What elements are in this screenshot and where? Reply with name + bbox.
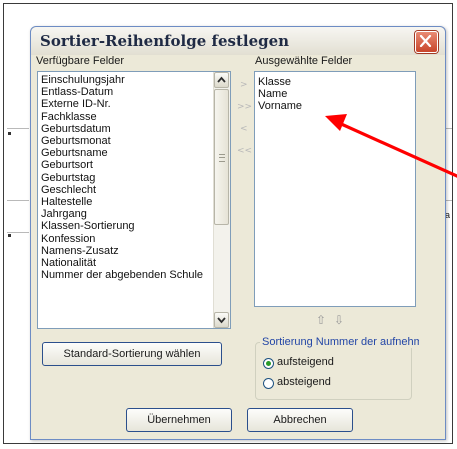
available-field-item[interactable]: Einschulungsjahr [38, 74, 213, 86]
available-field-item[interactable]: Konfession [38, 233, 213, 245]
descending-radio[interactable] [263, 378, 274, 389]
available-fields-label: Verfügbare Felder [36, 55, 125, 67]
scroll-grip [219, 154, 225, 162]
chevron-up-icon [217, 76, 226, 83]
move-down-button[interactable]: ⇩ [334, 313, 344, 327]
selected-field-item[interactable]: Klasse [255, 76, 415, 88]
chevron-down-icon [217, 317, 226, 324]
title-bar: Sortier-Reihenfolge festlegen [31, 27, 445, 55]
available-field-item[interactable]: Jahrgang [38, 208, 213, 220]
apply-button[interactable]: Übernehmen [126, 408, 232, 432]
scroll-up-button[interactable] [214, 72, 229, 88]
available-field-item[interactable]: Nationalität [38, 257, 213, 269]
available-field-item[interactable]: Geschlecht [38, 184, 213, 196]
selected-field-item[interactable]: Name [255, 88, 415, 100]
background-divider [7, 200, 29, 201]
move-up-button[interactable]: ⇧ [316, 313, 326, 327]
available-field-item[interactable]: Externe ID-Nr. [38, 98, 213, 110]
ascending-radio[interactable] [263, 358, 274, 369]
screenshot-frame: a Sortier-Reihenfolge festlegen Verfügba… [3, 3, 457, 444]
available-field-item[interactable]: Klassen-Sortierung [38, 220, 213, 232]
close-icon [419, 35, 432, 47]
available-field-item[interactable]: Entlass-Datum [38, 86, 213, 98]
available-fields-list[interactable]: Einschulungsjahr Entlass-Datum Externe ID-… [37, 71, 231, 329]
available-field-item[interactable]: Geburtsdatum [38, 123, 213, 135]
descending-label[interactable]: absteigend [277, 376, 331, 388]
cancel-button[interactable]: Abbrechen [247, 408, 353, 432]
scroll-down-button[interactable] [214, 312, 229, 328]
available-field-item[interactable]: Geburtstag [38, 172, 213, 184]
background-divider [7, 128, 29, 129]
available-field-item[interactable]: Geburtsort [38, 159, 213, 171]
available-field-item[interactable]: Fachklasse [38, 111, 213, 123]
standard-sort-button[interactable]: Standard-Sortierung wählen [42, 342, 222, 366]
available-field-item[interactable]: Geburtsname [38, 147, 213, 159]
background-marker [8, 132, 11, 135]
available-list-scrollbar[interactable] [213, 72, 230, 328]
close-button[interactable] [415, 31, 438, 53]
dialog-title: Sortier-Reihenfolge festlegen [40, 32, 290, 50]
sort-direction-group [255, 342, 412, 400]
radio-selected-dot [266, 361, 271, 366]
selected-fields-label: Ausgewählte Felder [255, 55, 353, 67]
available-field-item[interactable]: Namens-Zusatz [38, 245, 213, 257]
available-field-item[interactable]: Geburtsmonat [38, 135, 213, 147]
move-all-left-button[interactable]: << [237, 146, 252, 156]
ascending-label[interactable]: aufsteigend [277, 356, 334, 368]
selected-field-item[interactable]: Vorname [255, 100, 415, 112]
sort-direction-group-label: Sortierung Nummer der aufnehmenden [260, 336, 419, 348]
selected-fields-list[interactable]: Klasse Name Vorname [254, 71, 416, 307]
background-marker [8, 234, 11, 237]
available-field-item[interactable]: Nummer der abgebenden Schule [38, 269, 213, 281]
scroll-thumb[interactable] [214, 89, 229, 225]
move-all-right-button[interactable]: >> [237, 102, 252, 112]
move-left-button[interactable]: < [240, 124, 248, 134]
available-field-item[interactable]: Haltestelle [38, 196, 213, 208]
sort-order-dialog: Sortier-Reihenfolge festlegen Verfügbare… [30, 26, 446, 440]
background-divider [7, 232, 29, 233]
move-right-button[interactable]: > [240, 80, 248, 90]
